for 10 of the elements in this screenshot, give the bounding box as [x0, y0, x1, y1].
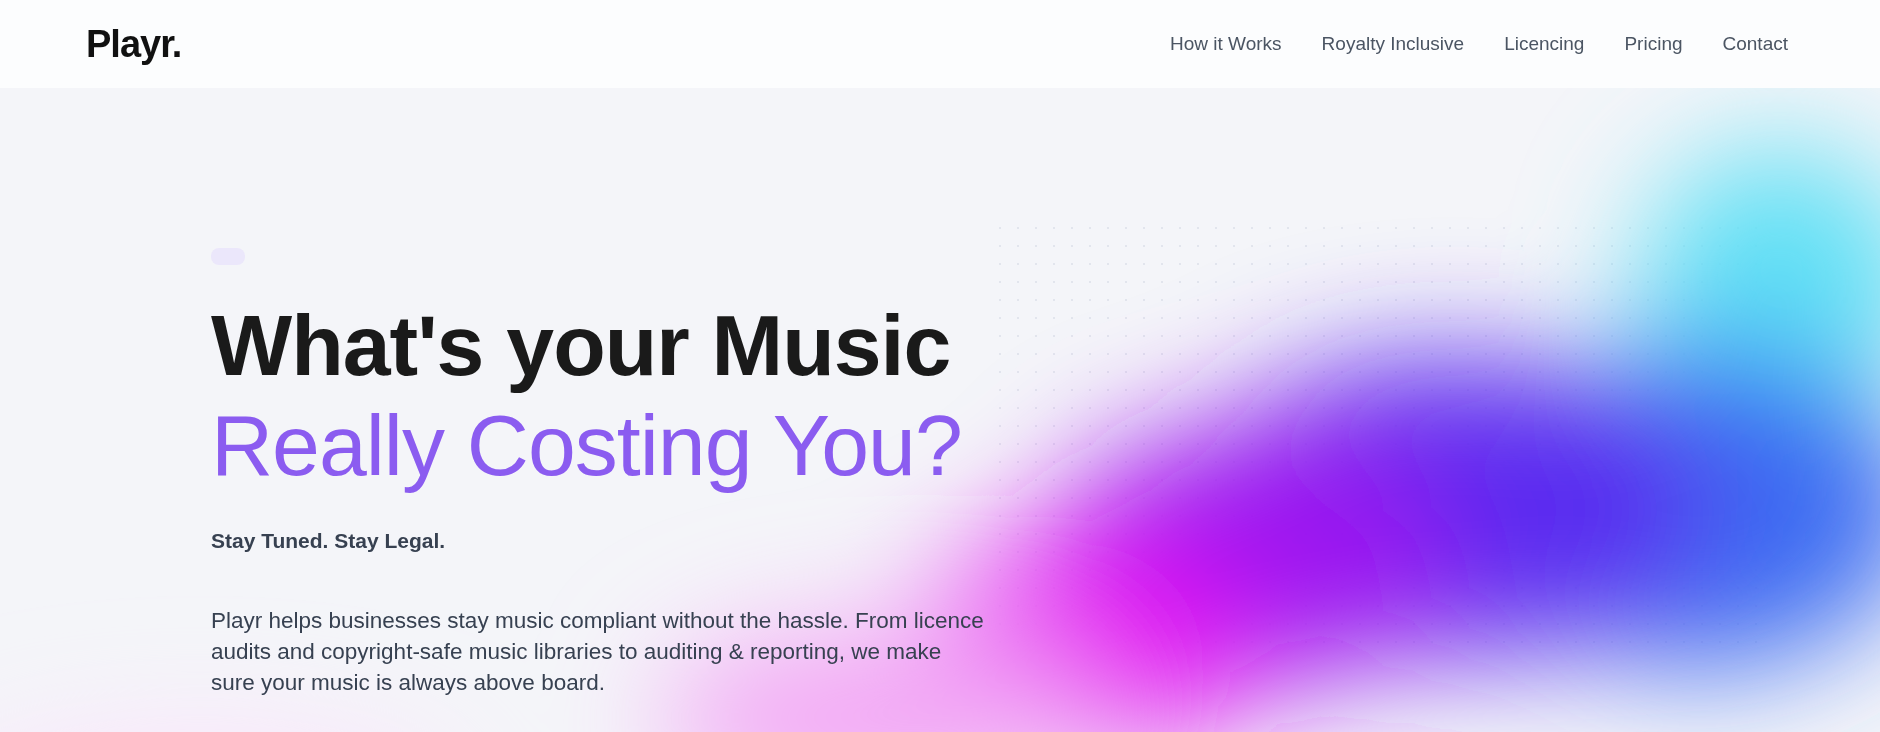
nav-link[interactable]: Royalty Inclusive: [1321, 33, 1465, 55]
headline: What's your Music: [211, 296, 952, 395]
nav-link[interactable]: Contact: [1722, 33, 1788, 55]
description: Playr helps businesses stay music compliant without the hassle. From licence audits and copyright-safe music libraries to auditing & reporting, we make sure your music is always above board.: [211, 607, 985, 697]
nav-link[interactable]: Licencing: [1504, 33, 1585, 55]
logo[interactable]: Playr.: [86, 22, 182, 66]
nav-link[interactable]: Pricing: [1624, 33, 1683, 55]
nav-link[interactable]: How it Works: [1170, 33, 1282, 55]
tagline: Stay Tuned. Stay Legal.: [211, 529, 447, 553]
headline-highlight: Really Costing You?: [211, 396, 963, 495]
